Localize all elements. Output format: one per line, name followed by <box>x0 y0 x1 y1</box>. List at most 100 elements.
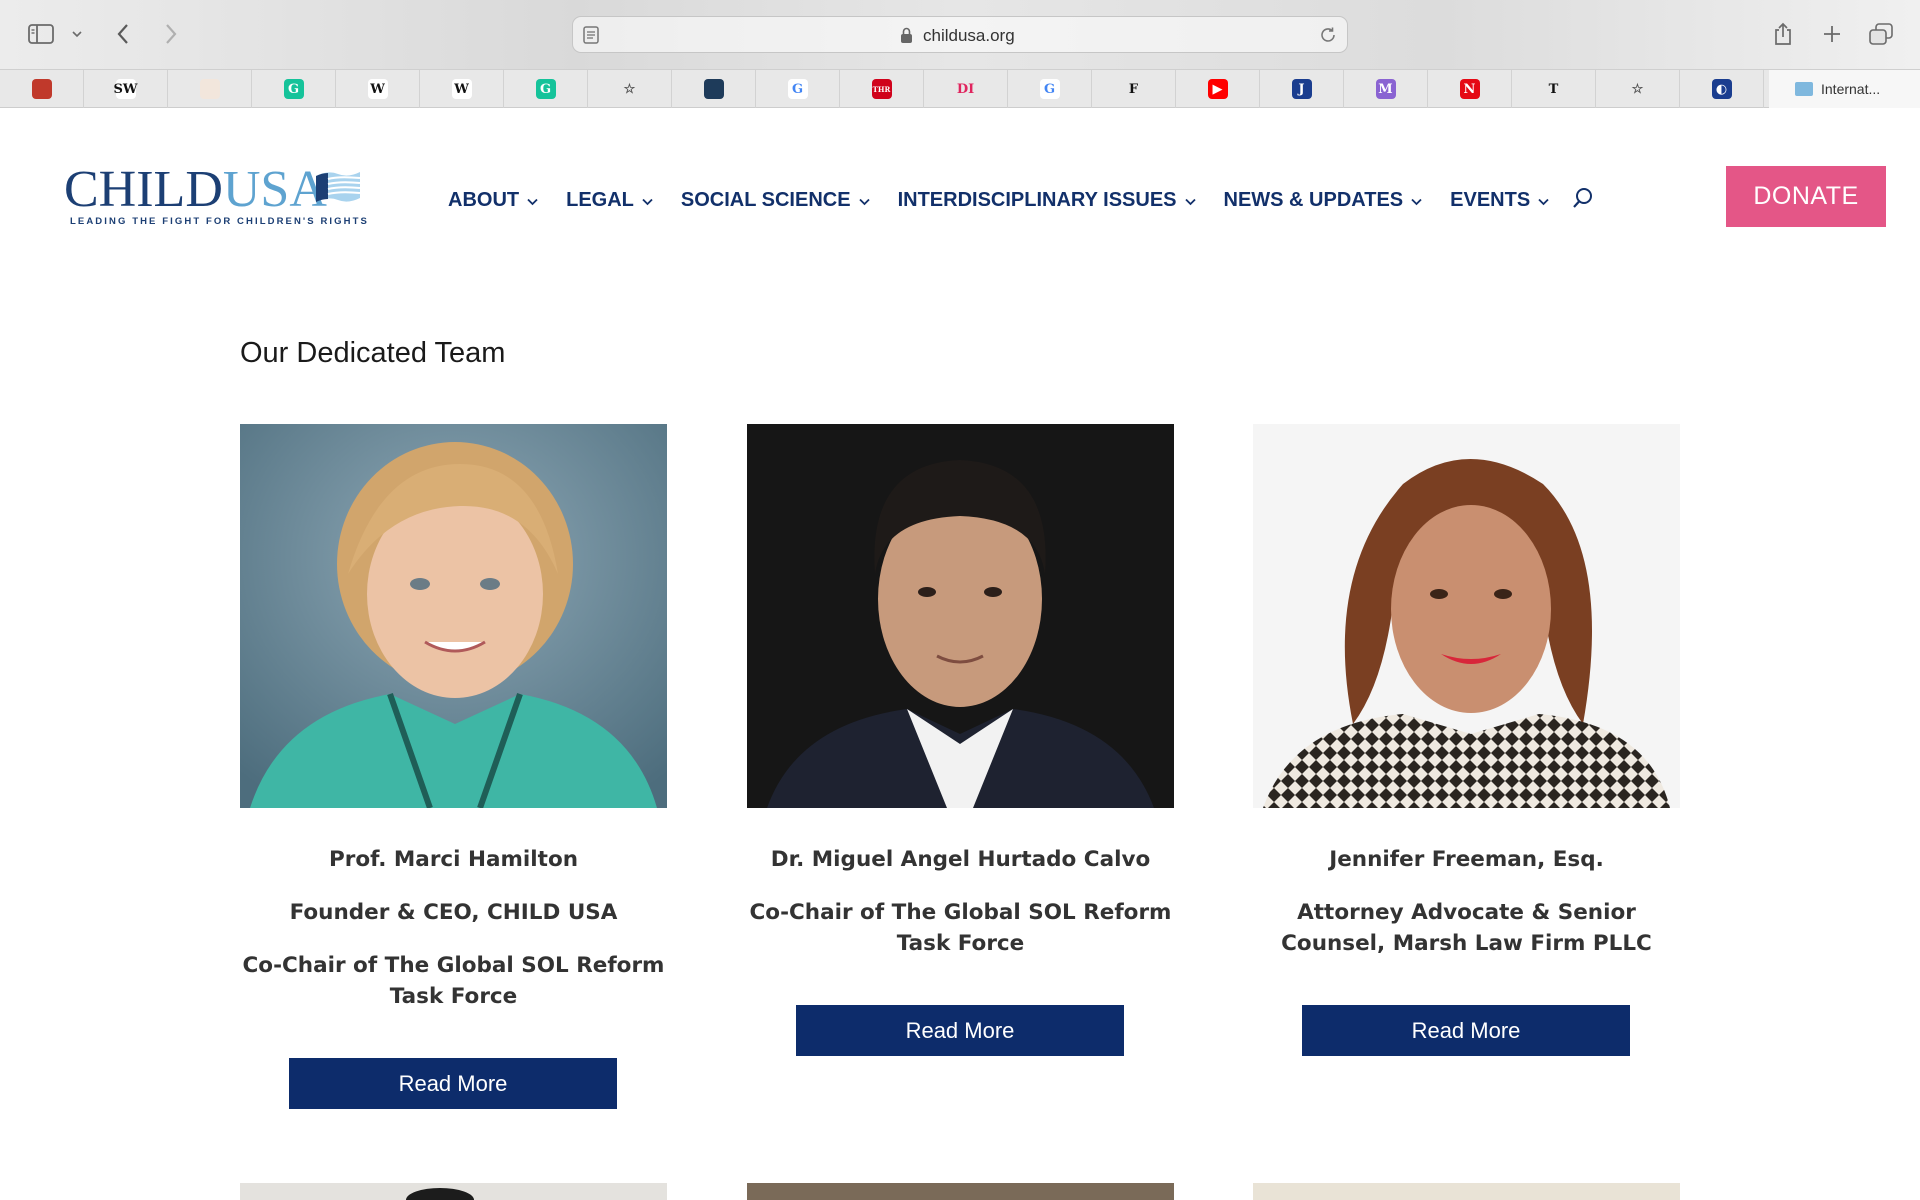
favorites-bar: SW G W W G ☆ G THR DI G F ▶ J M N T ☆ ◐ Internat... <box>0 70 1920 108</box>
n-logo-icon: N <box>1459 79 1480 99</box>
member-text: Jennifer Freeman, Esq. Attorney Advocate… <box>1243 844 1690 981</box>
lock-icon <box>900 27 913 49</box>
nav-label: NEWS & UPDATES <box>1223 189 1404 211</box>
favorite-grammarly[interactable]: G <box>504 70 588 108</box>
chevron-down-icon <box>1538 189 1549 212</box>
google-icon: G <box>1039 79 1060 99</box>
f-logo-icon: F <box>1128 81 1139 97</box>
thr-icon: THR <box>871 79 892 99</box>
forward-icon[interactable] <box>160 17 182 51</box>
nav-about[interactable]: ABOUT <box>448 189 538 212</box>
nav-events[interactable]: EVENTS <box>1450 189 1549 212</box>
favorite-star[interactable]: ☆ <box>588 70 672 108</box>
read-more-button[interactable]: Read More <box>1302 1005 1630 1056</box>
share-icon[interactable] <box>1772 17 1794 51</box>
member-role: Founder & CEO, CHILD USA <box>289 900 618 925</box>
chevron-down-icon <box>1411 189 1422 212</box>
star-icon: ☆ <box>623 81 636 97</box>
read-more-button[interactable]: Read More <box>289 1058 617 1109</box>
nav-social-science[interactable]: SOCIAL SCIENCE <box>681 189 870 212</box>
favorite-active-tab[interactable]: Internat... <box>1769 70 1920 108</box>
member-role: Attorney Advocate & Senior Counsel, Mars… <box>1281 900 1652 956</box>
portrait-photo <box>240 1183 667 1200</box>
favorite-sw-logo[interactable]: SW <box>84 70 168 108</box>
nav-news-updates[interactable]: NEWS & UPDATES <box>1224 189 1423 212</box>
nav-legal[interactable]: LEGAL <box>566 189 653 212</box>
nyt-icon: T <box>1548 81 1559 97</box>
di-icon: DI <box>956 81 975 97</box>
main-nav: ABOUT LEGAL SOCIAL SCIENCE INTERDISCIPLI… <box>448 186 1595 215</box>
favorite-star[interactable]: ☆ <box>1596 70 1680 108</box>
star-icon: ☆ <box>1631 81 1644 97</box>
sw-logo-icon: SW <box>114 79 138 99</box>
favorite-thr[interactable]: THR <box>840 70 924 108</box>
logo-child-text: CHILD <box>64 161 223 218</box>
favorite-youtube[interactable]: ▶ <box>1176 70 1260 108</box>
chevron-down-icon <box>527 189 538 212</box>
url-text: childusa.org <box>923 26 1015 45</box>
donate-button[interactable]: DONATE <box>1726 166 1886 227</box>
favorite-j-logo[interactable]: J <box>1260 70 1344 108</box>
chevron-down-icon <box>642 189 653 212</box>
member-text: Prof. Marci Hamilton Founder & CEO, CHIL… <box>230 844 677 1034</box>
favorite-m-logo[interactable]: M <box>1344 70 1428 108</box>
favorite-red-square[interactable] <box>0 70 84 108</box>
favorite-di[interactable]: DI <box>924 70 1008 108</box>
nav-label: SOCIAL SCIENCE <box>680 189 851 211</box>
nav-interdisciplinary-issues[interactable]: INTERDISCIPLINARY ISSUES <box>898 189 1196 212</box>
flag-icon <box>314 168 362 211</box>
member-text: Dr. Miguel Angel Hurtado Calvo Co-Chair … <box>737 844 1184 981</box>
portrait-photo <box>747 1183 1174 1200</box>
favorite-nyt[interactable]: T <box>1512 70 1596 108</box>
back-icon[interactable] <box>112 17 134 51</box>
m-logo-icon: M <box>1375 79 1396 99</box>
chevron-down-icon[interactable] <box>70 17 84 51</box>
landscape-icon <box>703 79 724 99</box>
member-name: Jennifer Freeman, Esq. <box>1329 847 1604 872</box>
wikipedia-icon: W <box>451 79 472 99</box>
favorite-grammarly[interactable]: G <box>252 70 336 108</box>
portrait-photo <box>1253 424 1680 808</box>
logo-usa-text: USA <box>222 161 327 218</box>
address-bar[interactable]: childusa.org <box>572 16 1348 53</box>
youtube-icon: ▶ <box>1207 79 1228 99</box>
globe-icon: ◐ <box>1711 79 1732 99</box>
new-tab-icon[interactable] <box>1820 17 1844 51</box>
favorite-wikipedia[interactable]: W <box>336 70 420 108</box>
j-logo-icon: J <box>1291 79 1312 99</box>
reload-icon[interactable] <box>1319 26 1337 49</box>
favorite-wikipedia[interactable]: W <box>420 70 504 108</box>
reader-icon[interactable] <box>583 26 599 49</box>
red-square-icon <box>31 79 52 99</box>
member-role: Co-Chair of The Global SOL Reform Task F… <box>749 900 1172 956</box>
tab-overview-icon[interactable] <box>1868 17 1894 51</box>
favorite-landscape[interactable] <box>672 70 756 108</box>
favorite-globe[interactable]: ◐ <box>1680 70 1764 108</box>
wikipedia-icon: W <box>367 79 388 99</box>
member-role: Co-Chair of The Global SOL Reform Task F… <box>242 953 665 1009</box>
nav-label: EVENTS <box>1450 189 1531 211</box>
rainbow-icon <box>199 79 220 99</box>
favorite-google[interactable]: G <box>756 70 840 108</box>
section-title: Our Dedicated Team <box>240 337 506 369</box>
sidebar-toggle-icon[interactable] <box>26 17 56 51</box>
favorite-n-logo[interactable]: N <box>1428 70 1512 108</box>
nav-label: ABOUT <box>448 189 520 211</box>
portrait-photo <box>747 424 1174 808</box>
active-tab-label: Internat... <box>1821 81 1881 97</box>
favorite-rainbow[interactable] <box>168 70 252 108</box>
member-name: Prof. Marci Hamilton <box>328 847 579 872</box>
member-name: Dr. Miguel Angel Hurtado Calvo <box>770 847 1151 872</box>
read-more-button[interactable]: Read More <box>796 1005 1124 1056</box>
search-icon[interactable] <box>1571 186 1595 215</box>
portrait-photo <box>240 424 667 808</box>
favorite-google[interactable]: G <box>1008 70 1092 108</box>
nav-label: LEGAL <box>566 189 634 211</box>
favorite-f-logo[interactable]: F <box>1092 70 1176 108</box>
logo-tagline: LEADING THE FIGHT FOR CHILDREN'S RIGHTS <box>70 216 369 227</box>
site-header: CHILDUSA LEADING THE FIGHT FOR CHILDREN'… <box>0 108 1920 288</box>
portrait-photo <box>1253 1183 1680 1200</box>
childusa-logo[interactable]: CHILDUSA LEADING THE FIGHT FOR CHILDREN'… <box>64 161 367 230</box>
grammarly-icon: G <box>535 79 556 99</box>
flag-icon <box>1795 82 1813 96</box>
